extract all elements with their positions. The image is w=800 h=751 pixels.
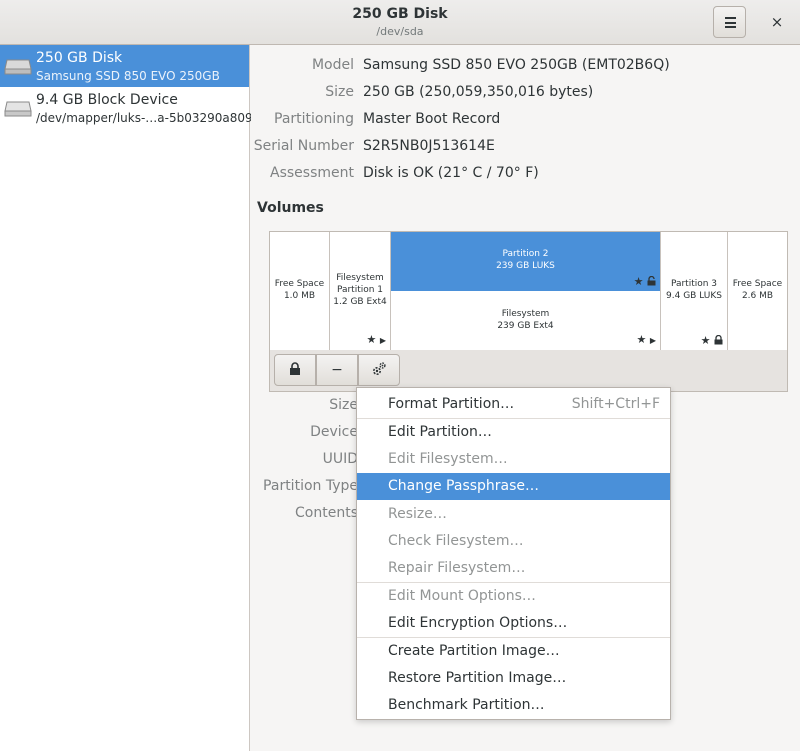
volume-toolbar: − xyxy=(270,350,787,391)
filesystem-size: 239 GB Ext4 xyxy=(497,321,554,331)
partition-2[interactable]: Partition 2 239 GB LUKS ★ xyxy=(391,232,661,291)
delete-partition-button[interactable]: − xyxy=(316,354,358,386)
hamburger-menu-icon xyxy=(725,17,736,28)
model-value: Samsung SSD 850 EVO 250GB (EMT02B6Q) xyxy=(363,57,670,73)
partition-3[interactable]: Partition 3 9.4 GB LUKS ★ xyxy=(661,232,728,350)
menu-item-benchmark-partition[interactable]: Benchmark Partition… xyxy=(357,692,670,719)
sidebar-item-sublabel: Samsung SSD 850 EVO 250GB xyxy=(36,69,220,83)
sidebar-item-250gb-disk[interactable]: 250 GB Disk Samsung SSD 850 EVO 250GB xyxy=(0,45,249,87)
model-row: Model Samsung SSD 850 EVO 250GB (EMT02B6… xyxy=(251,57,800,77)
close-button[interactable]: × xyxy=(763,8,791,36)
menu-item-change-passphrase[interactable]: Change Passphrase… xyxy=(357,473,670,500)
model-label: Model xyxy=(311,57,354,73)
partition-options-button[interactable] xyxy=(358,354,400,386)
partition-2-name: Partition 2 xyxy=(502,249,549,259)
header-bar: 250 GB Disk /dev/sda × xyxy=(0,0,800,45)
volumes-grid: Free Space 1.0 MB Filesystem Partition 1… xyxy=(269,231,788,392)
partition-1-size: 1.2 GB Ext4 xyxy=(333,297,387,307)
star-icon: ★ xyxy=(633,275,644,288)
gears-icon xyxy=(372,362,386,376)
menu-item-edit-filesystem[interactable]: Edit Filesystem… xyxy=(357,446,670,473)
lock-button[interactable] xyxy=(274,354,316,386)
menu-item-format-partition[interactable]: Format Partition… Shift+Ctrl+F xyxy=(357,391,670,418)
star-icon: ★ xyxy=(636,333,647,346)
assessment-value: Disk is OK (21° C / 70° F) xyxy=(363,165,539,181)
sidebar-item-block-device[interactable]: 9.4 GB Block Device /dev/mapper/luks-…a-… xyxy=(0,87,260,129)
star-icon: ★ xyxy=(700,334,711,347)
partition-2-filesystem[interactable]: Filesystem 239 GB Ext4 ★ ▶ xyxy=(391,291,661,350)
lock-icon xyxy=(714,334,723,345)
drive-icon xyxy=(4,59,32,75)
menu-item-restore-partition-image[interactable]: Restore Partition Image… xyxy=(357,665,670,692)
serial-value: S2R5NB0J513614E xyxy=(363,138,495,154)
drive-sidebar: 250 GB Disk Samsung SSD 850 EVO 250GB 9.… xyxy=(0,45,260,751)
partition-1-name: Partition 1 xyxy=(336,285,384,295)
partition-3-size: 9.4 GB LUKS xyxy=(666,291,722,301)
menu-item-create-partition-image[interactable]: Create Partition Image… xyxy=(357,638,670,665)
free-space-label: Free Space xyxy=(274,279,325,289)
size-row: Size 250 GB (250,059,350,016 bytes) xyxy=(251,84,800,104)
partition-1[interactable]: Filesystem Partition 1 1.2 GB Ext4 ★ ▶ xyxy=(330,232,391,350)
lock-icon xyxy=(290,362,300,375)
volumes-heading: Volumes xyxy=(257,200,324,216)
partition-3-name: Partition 3 xyxy=(670,279,718,289)
partition-1-type: Filesystem xyxy=(336,273,384,283)
partition-options-menu: Format Partition… Shift+Ctrl+F Edit Part… xyxy=(356,387,671,720)
assessment-label: Assessment xyxy=(270,165,354,181)
free-space-2[interactable]: Free Space 2.6 MB xyxy=(728,232,787,350)
unlocked-icon xyxy=(647,275,656,286)
menu-item-accelerator: Shift+Ctrl+F xyxy=(571,396,660,412)
partition-size-label: Size xyxy=(329,397,358,413)
menu-item-edit-encryption-options[interactable]: Edit Encryption Options… xyxy=(357,610,670,637)
menu-item-resize[interactable]: Resize… xyxy=(357,501,670,528)
free-space-label: Free Space xyxy=(732,279,783,289)
filesystem-label: Filesystem xyxy=(501,309,550,319)
sidebar-item-label: 250 GB Disk xyxy=(36,50,123,66)
app-menu-button[interactable] xyxy=(713,6,746,38)
size-label: Size xyxy=(325,84,354,100)
drive-icon xyxy=(4,101,32,117)
assessment-row: Assessment Disk is OK (21° C / 70° F) xyxy=(251,165,800,185)
menu-item-edit-mount-options[interactable]: Edit Mount Options… xyxy=(357,583,670,610)
serial-row: Serial Number S2R5NB0J513614E xyxy=(251,138,800,158)
star-icon: ★ xyxy=(366,333,377,346)
size-value: 250 GB (250,059,350,016 bytes) xyxy=(363,84,594,100)
partition-type-label: Partition Type xyxy=(263,478,358,494)
window-subtitle: /dev/sda xyxy=(376,25,424,38)
window-title: 250 GB Disk xyxy=(352,6,448,22)
partitioning-value: Master Boot Record xyxy=(363,111,501,127)
serial-label: Serial Number xyxy=(253,138,354,154)
partition-contents-label: Contents xyxy=(295,505,358,521)
play-icon: ▶ xyxy=(379,336,386,345)
sidebar-item-label: 9.4 GB Block Device xyxy=(36,92,178,108)
free-space-size: 1.0 MB xyxy=(283,291,316,301)
play-icon: ▶ xyxy=(649,336,656,345)
free-space-size: 2.6 MB xyxy=(741,291,774,301)
partition-uuid-label: UUID xyxy=(322,451,358,467)
partition-device-label: Device xyxy=(310,424,358,440)
free-space-1[interactable]: Free Space 1.0 MB xyxy=(270,232,330,350)
menu-item-edit-partition[interactable]: Edit Partition… xyxy=(357,419,670,446)
menu-item-label: Format Partition… xyxy=(388,396,515,412)
menu-item-check-filesystem[interactable]: Check Filesystem… xyxy=(357,528,670,555)
sidebar-item-sublabel: /dev/mapper/luks-…a-5b03290a8096 xyxy=(36,111,261,125)
menu-item-repair-filesystem[interactable]: Repair Filesystem… xyxy=(357,555,670,582)
partitioning-row: Partitioning Master Boot Record xyxy=(251,111,800,131)
partitioning-label: Partitioning xyxy=(274,111,354,127)
partition-2-size: 239 GB LUKS xyxy=(496,261,555,271)
